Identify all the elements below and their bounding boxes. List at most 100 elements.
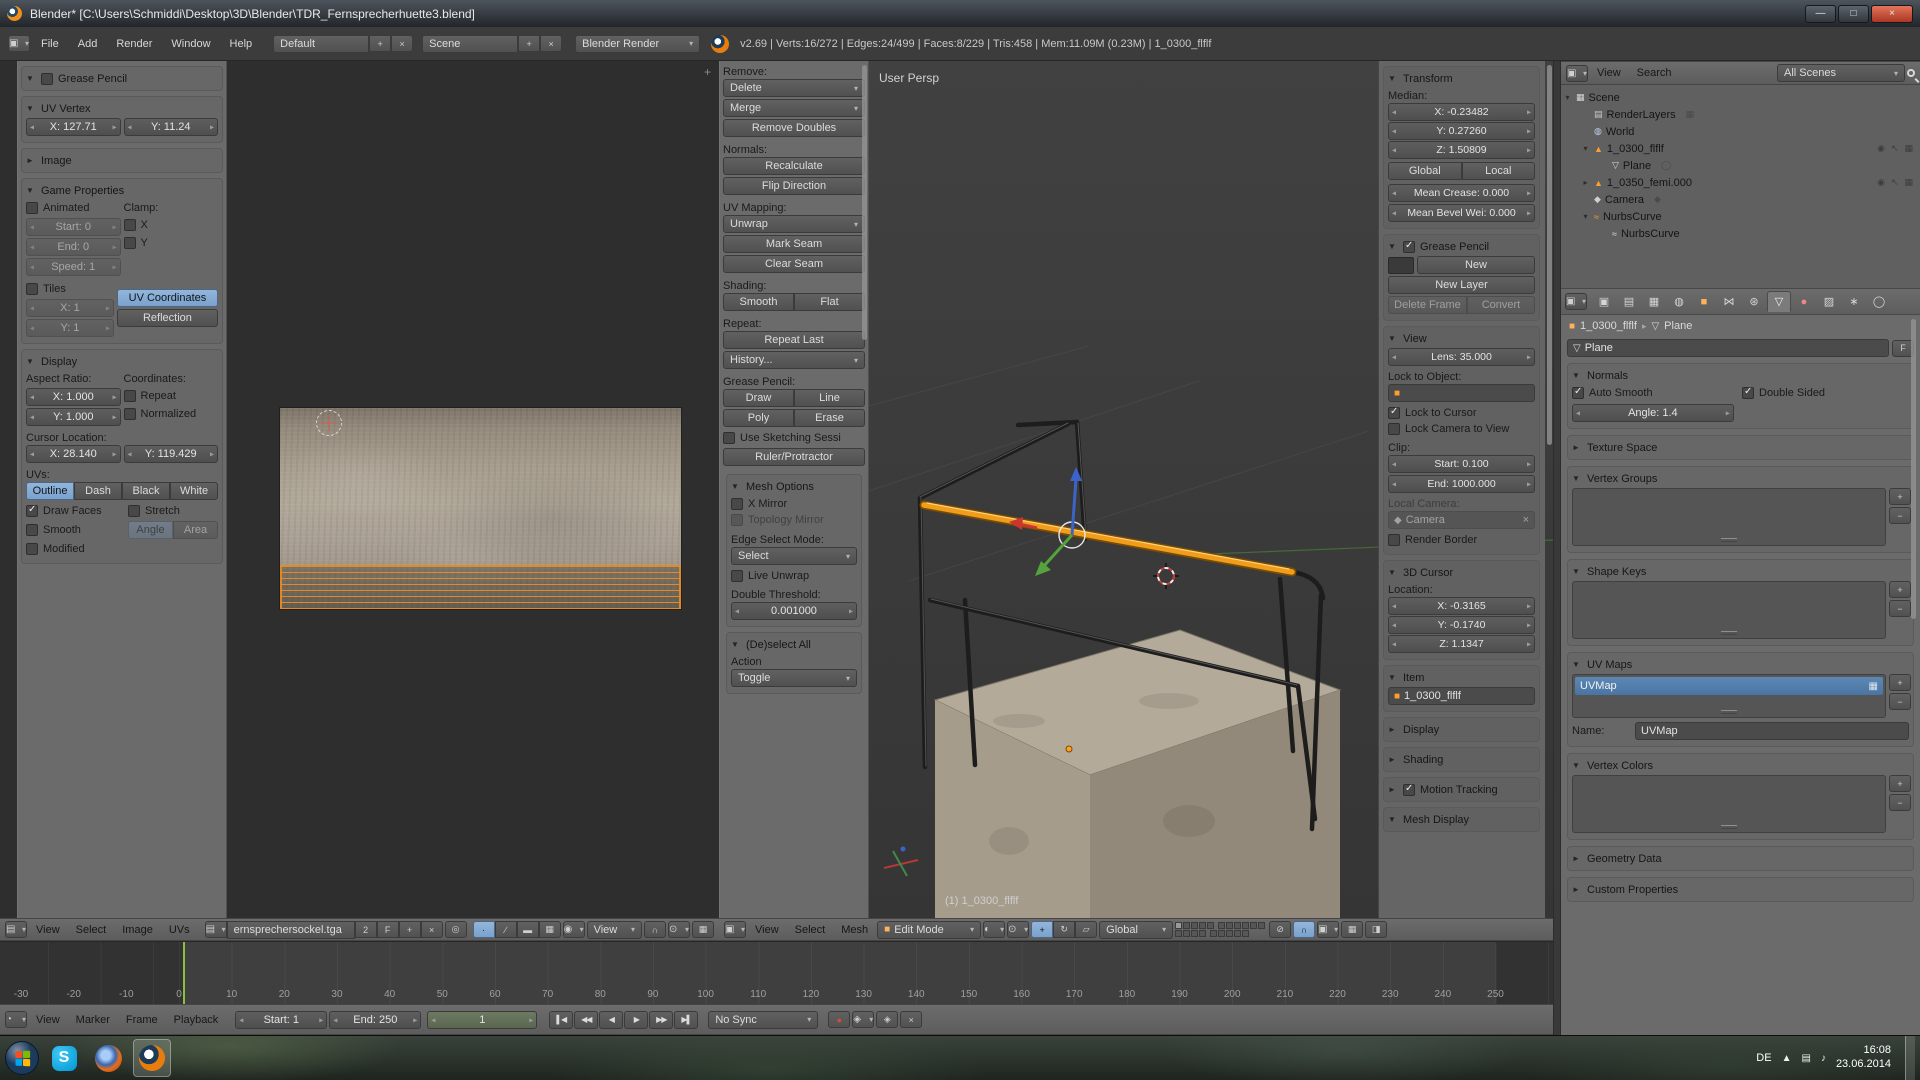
maximize-button[interactable]: □ — [1838, 5, 1869, 23]
panel-grease-pencil-uv[interactable]: Grease Pencil — [21, 66, 223, 91]
frame-start-field[interactable]: Start: 1 — [235, 1011, 327, 1029]
cursor-x-field[interactable]: X: 28.140 — [26, 445, 121, 463]
image-name-field[interactable]: ernsprechersockel.tga — [227, 921, 355, 939]
screen-layout-selector[interactable]: Default — [273, 35, 369, 53]
pivot-point-selector[interactable]: ⊙ — [1007, 921, 1029, 938]
snap-icon[interactable]: ∩ — [644, 921, 666, 938]
mark-seam-button[interactable]: Mark Seam — [723, 235, 865, 253]
uv-vertex-y[interactable]: Y: 11.24 — [124, 118, 219, 136]
mesh-name-field[interactable]: ▽ Plane — [1567, 339, 1889, 357]
properties-scrollbar[interactable] — [1911, 319, 1916, 619]
npanel-scrollbar[interactable] — [1547, 65, 1552, 445]
layer-cell[interactable] — [1175, 930, 1182, 937]
stretch-area-toggle[interactable]: Area — [173, 521, 218, 539]
gp-color-swatch[interactable] — [1388, 257, 1414, 274]
tab-modifiers[interactable]: ⊛ — [1742, 291, 1766, 312]
panel-item[interactable]: Item ■ 1_0300_flflf — [1383, 665, 1540, 712]
breadcrumb-data[interactable]: Plane — [1664, 320, 1692, 332]
expand-icon[interactable]: ▸ — [1581, 178, 1590, 187]
gp-poly-button[interactable]: Poly — [723, 409, 794, 427]
add-vertex-color-button[interactable]: + — [1889, 775, 1911, 792]
double-threshold-field[interactable]: 0.001000 — [731, 602, 857, 620]
transform-orientation-selector[interactable]: Global — [1099, 921, 1173, 939]
flip-direction-button[interactable]: Flip Direction — [723, 177, 865, 195]
panel-game-properties[interactable]: Game Properties Animated Start: 0 End: 0… — [21, 178, 223, 344]
unlink-image-button[interactable]: × — [421, 921, 443, 938]
search-icon[interactable] — [1907, 69, 1915, 77]
selectability-icon[interactable]: ↖ — [1891, 143, 1899, 154]
region-split-icon[interactable]: + — [704, 65, 711, 79]
volume-icon[interactable]: ♪ — [1821, 1053, 1826, 1064]
vp-menu-select[interactable]: Select — [788, 922, 833, 938]
menu-render[interactable]: Render — [108, 35, 160, 53]
remove-uv-map-button[interactable]: − — [1889, 693, 1911, 710]
tray-expand-icon[interactable]: ▲ — [1782, 1053, 1792, 1064]
panel-vertex-groups[interactable]: Vertex Groups + − — [1567, 466, 1914, 553]
next-keyframe-button[interactable]: ▶▶ — [649, 1011, 673, 1029]
topology-mirror-checkbox[interactable]: Topology Mirror — [731, 512, 857, 528]
panel-motion-tracking[interactable]: Motion Tracking — [1383, 777, 1540, 802]
clamp-y-checkbox[interactable]: Y — [124, 235, 219, 251]
prev-keyframe-button[interactable]: ◀◀ — [574, 1011, 598, 1029]
menu-add[interactable]: Add — [70, 35, 106, 53]
mean-crease-field[interactable]: Mean Crease: 0.000 — [1388, 184, 1535, 202]
mean-bevel-weight-field[interactable]: Mean Bevel Wei: 0.000 — [1388, 204, 1535, 222]
outliner-row-camera[interactable]: ◆ Camera ◆ — [1563, 191, 1918, 208]
clamp-x-checkbox[interactable]: X — [124, 217, 219, 233]
render-engine-selector[interactable]: Blender Render — [575, 35, 700, 53]
texture-image[interactable] — [279, 407, 682, 610]
taskbar-firefox[interactable] — [89, 1039, 127, 1077]
double-sided-checkbox[interactable]: Double Sided — [1742, 385, 1909, 401]
outliner-row-renderlayers[interactable]: ▤ RenderLayers ▦ — [1563, 106, 1918, 123]
layer-cell[interactable] — [1258, 922, 1265, 929]
manipulator-translate-icon[interactable]: + — [1031, 921, 1053, 938]
frame-end-field[interactable]: End: 250 — [329, 1011, 421, 1029]
layer-cell[interactable] — [1175, 922, 1182, 929]
cursor-y-field[interactable]: Y: 119.429 — [124, 445, 219, 463]
lock-camera-checkbox[interactable]: Lock Camera to View — [1388, 421, 1535, 437]
cursor-x-field[interactable]: X: -0.3165 — [1388, 597, 1535, 615]
median-x-field[interactable]: X: -0.23482 — [1388, 103, 1535, 121]
tiles-x-field[interactable]: X: 1 — [26, 299, 114, 317]
tl-menu-view[interactable]: View — [29, 1012, 67, 1028]
transform-local-toggle[interactable]: Local — [1462, 162, 1536, 180]
breadcrumb-object[interactable]: 1_0300_flflf — [1580, 320, 1637, 332]
add-layout-button[interactable]: + — [369, 35, 391, 52]
layer-cell[interactable] — [1207, 922, 1214, 929]
pivot-point-selector[interactable]: View — [587, 921, 642, 939]
layer-cell[interactable] — [1218, 922, 1225, 929]
lock-icon[interactable]: ⊘ — [1269, 921, 1291, 938]
gp-convert-button[interactable]: Convert — [1467, 296, 1535, 314]
current-frame-field[interactable]: 1 — [427, 1011, 537, 1029]
viewport-shading-selector[interactable]: ◐ — [983, 921, 1005, 938]
uv-map-list-item[interactable]: UVMap ▦ — [1575, 677, 1883, 695]
live-unwrap-checkbox[interactable]: Live Unwrap — [731, 568, 857, 584]
panel-normals[interactable]: Normals Auto Smooth Double Sided Angle: … — [1567, 363, 1914, 429]
delete-keyframe-icon[interactable]: × — [900, 1011, 922, 1028]
clip-end-field[interactable]: End: 1000.000 — [1388, 475, 1535, 493]
panel-deselect-all[interactable]: (De)select All Action Toggle — [726, 632, 862, 694]
uv-display-outline[interactable]: Outline — [26, 482, 74, 500]
median-y-field[interactable]: Y: 0.27260 — [1388, 122, 1535, 140]
uv-mesh-overlay[interactable] — [280, 565, 681, 609]
layer-cell[interactable] — [1183, 930, 1190, 937]
tab-world[interactable]: ◍ — [1667, 291, 1691, 312]
taskbar-skype[interactable]: S — [45, 1039, 83, 1077]
manipulator-rotate-icon[interactable]: ↻ — [1053, 921, 1075, 938]
lens-field[interactable]: Lens: 35.000 — [1388, 348, 1535, 366]
layer-cell[interactable] — [1183, 922, 1190, 929]
tab-constraints[interactable]: ⋈ — [1717, 291, 1741, 312]
aspect-x-field[interactable]: X: 1.000 — [26, 388, 121, 406]
current-frame-marker[interactable] — [183, 942, 185, 1004]
shape-keys-list[interactable] — [1572, 581, 1886, 639]
tab-render-layers[interactable]: ▤ — [1617, 291, 1641, 312]
panel-custom-properties[interactable]: Custom Properties — [1567, 877, 1914, 902]
uv-display-white[interactable]: White — [170, 482, 218, 500]
layer-cell[interactable] — [1250, 922, 1257, 929]
local-camera-field[interactable]: ◆ Camera × — [1388, 511, 1535, 529]
snap-element-selector[interactable]: ▣ — [1317, 921, 1339, 938]
outliner-menu-search[interactable]: Search — [1630, 65, 1679, 81]
gp-draw-button[interactable]: Draw — [723, 389, 794, 407]
editor-type-outliner-icon[interactable]: ▣ — [1566, 65, 1588, 82]
jump-to-end-button[interactable]: ▶▌ — [674, 1011, 698, 1029]
